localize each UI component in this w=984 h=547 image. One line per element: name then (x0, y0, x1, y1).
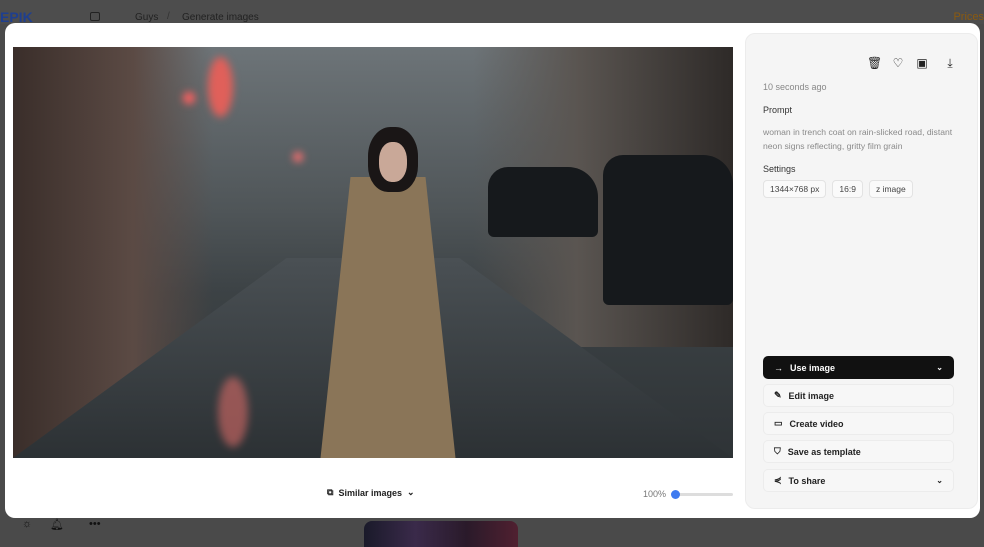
prices-link[interactable]: Prices (953, 11, 984, 23)
share-icon: ⋞ (774, 475, 782, 485)
settings-heading: Settings (763, 164, 796, 174)
zoom-level: 100% (643, 489, 667, 499)
breadcrumb-generate-images[interactable]: Generate images (182, 12, 259, 23)
breadcrumb-separator: / (167, 11, 170, 22)
similar-images-icon: ⧉ (327, 487, 334, 497)
share-button[interactable]: ⋞ To share ⌄ (763, 469, 954, 492)
prompt-text: woman in trench coat on rain-slicked roa… (763, 127, 953, 151)
trash-icon[interactable]: 🗑︎ (867, 56, 882, 70)
more-icon[interactable]: ••• (89, 518, 101, 530)
setting-resolution: 1344×768 px (763, 180, 827, 198)
use-image-button[interactable]: → Use image ⌄ (763, 356, 954, 379)
image-detail-modal: ⧉ Similar images ⌄ 100% 🗑︎ ♡ ▣ ⤓ 10 seco… (5, 23, 980, 518)
sun-icon[interactable]: ☼ (22, 518, 32, 530)
details-panel: 🗑︎ ♡ ▣ ⤓ 10 seconds ago Prompt woman in … (745, 33, 978, 509)
chevron-down-icon: ⌄ (936, 363, 943, 372)
prompt-heading: Prompt (763, 105, 793, 115)
image-toolbar: ⧉ Similar images ⌄ 100% (13, 478, 733, 508)
heart-icon[interactable]: ♡ (891, 56, 905, 70)
download-icon[interactable]: ⤓ (943, 56, 957, 70)
setting-model: z image (868, 180, 913, 198)
folder-icon[interactable]: ▣ (915, 56, 929, 70)
chevron-down-icon: ⌄ (406, 487, 415, 497)
edit-image-icon: ✎ (774, 390, 782, 400)
breadcrumb-guys[interactable]: Guys (135, 12, 158, 23)
sidebar-toggle-icon[interactable] (90, 12, 100, 21)
bell-icon[interactable]: 🔔︎ (50, 518, 64, 531)
zoom-slider[interactable] (671, 490, 733, 499)
similar-images-button[interactable]: ⧉ Similar images ⌄ (327, 487, 415, 498)
timestamp: 10 seconds ago (763, 82, 827, 92)
save-as-template-button[interactable]: ⛉ Save as template (763, 440, 954, 463)
setting-aspect-ratio: 16:9 (832, 180, 863, 198)
create-video-button[interactable]: ▭ Create video (763, 412, 954, 435)
background-thumbnail (364, 521, 518, 547)
background-header: EPIK Guys / Generate images Prices (0, 0, 984, 25)
generated-image (13, 47, 733, 458)
video-icon: ▭ (774, 418, 783, 428)
edit-image-button[interactable]: ✎ Edit image (763, 384, 954, 407)
chevron-down-icon: ⌄ (936, 476, 943, 485)
bookmark-icon: ⛉ (774, 446, 781, 456)
arrow-right-icon: → (774, 362, 783, 373)
zoom-slider-handle[interactable] (671, 490, 680, 499)
